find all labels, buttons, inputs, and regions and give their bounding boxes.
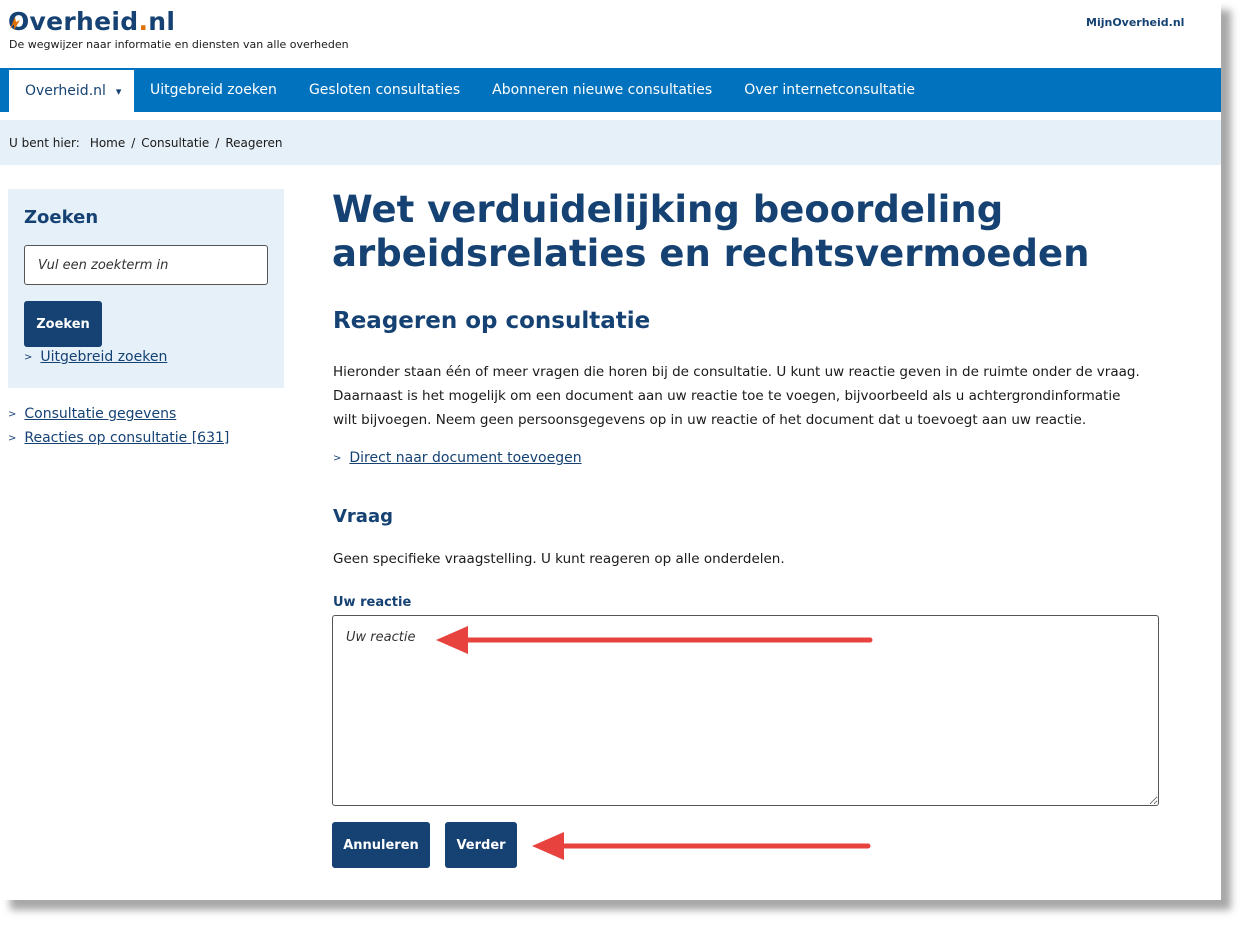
chevron-right-icon: >: [333, 452, 342, 464]
site-tagline: De wegwijzer naar informatie en diensten…: [9, 38, 349, 51]
page-title: Wet verduidelijking beoordeling arbeidsr…: [332, 188, 1090, 275]
site-logo[interactable]: Overheid.nl: [8, 5, 175, 37]
direct-link-row: > Direct naar document toevoegen: [333, 450, 582, 466]
nav-item-abonneren[interactable]: Abonneren nieuwe consultaties: [476, 68, 728, 112]
page-subtitle: Reageren op consultatie: [333, 308, 651, 334]
reaction-label: Uw reactie: [333, 595, 412, 610]
sidebar-link-row: > Reacties op consultatie [631]: [8, 430, 229, 446]
advanced-search-row: > Uitgebreid zoeken: [24, 349, 167, 365]
direct-document-link[interactable]: Direct naar document toevoegen: [349, 450, 581, 466]
breadcrumb-prefix: U bent hier:: [9, 135, 80, 150]
main-nav: Overheid.nl ▾ Uitgebreid zoeken Gesloten…: [0, 68, 1221, 112]
chevron-right-icon: >: [24, 351, 33, 363]
logo-spark-icon: [10, 17, 20, 30]
mijnoverheid-link[interactable]: MijnOverheid.nl: [1086, 16, 1184, 29]
annotation-arrow-icon: [436, 626, 873, 654]
nav-item-label: Overheid.nl: [25, 83, 106, 99]
browser-page: Overheid.nl De wegwijzer naar informatie…: [0, 0, 1221, 900]
advanced-search-link[interactable]: Uitgebreid zoeken: [40, 349, 167, 365]
annotation-arrow-icon: [532, 832, 871, 860]
nav-item-overheid[interactable]: Overheid.nl ▾: [0, 68, 134, 112]
search-title: Zoeken: [24, 207, 99, 228]
question-heading: Vraag: [333, 506, 393, 527]
nav-item-uitgebreid-zoeken[interactable]: Uitgebreid zoeken: [134, 68, 293, 112]
search-button[interactable]: Zoeken: [24, 301, 102, 347]
chevron-right-icon: >: [8, 408, 17, 420]
logo-text: Overheid.nl: [8, 6, 176, 36]
chevron-right-icon: >: [8, 432, 17, 444]
breadcrumb-current: Reageren: [225, 135, 283, 150]
breadcrumb-separator: /: [131, 135, 136, 150]
breadcrumb-home[interactable]: Home: [90, 136, 125, 150]
breadcrumb-consultatie[interactable]: Consultatie: [141, 136, 209, 150]
cancel-button[interactable]: Annuleren: [332, 822, 430, 868]
intro-text: Hieronder staan één of meer vragen die h…: [333, 364, 1140, 428]
sidebar-search-panel: Zoeken Zoeken > Uitgebreid zoeken: [8, 189, 284, 388]
chevron-down-icon: ▾: [115, 84, 122, 98]
next-button[interactable]: Verder: [445, 822, 517, 868]
nav-item-over[interactable]: Over internetconsultatie: [728, 68, 931, 112]
breadcrumb-separator: /: [215, 135, 220, 150]
search-input[interactable]: [24, 245, 268, 285]
question-text: Geen specifieke vraagstelling. U kunt re…: [333, 551, 785, 567]
sidebar-link-consultatie-gegevens[interactable]: Consultatie gegevens: [24, 406, 176, 422]
nav-item-gesloten-consultaties[interactable]: Gesloten consultaties: [293, 68, 476, 112]
sidebar-link-reacties[interactable]: Reacties op consultatie [631]: [24, 430, 229, 446]
breadcrumb: U bent hier: Home / Consultatie / Reager…: [0, 120, 1221, 165]
sidebar-link-row: > Consultatie gegevens: [8, 406, 176, 422]
